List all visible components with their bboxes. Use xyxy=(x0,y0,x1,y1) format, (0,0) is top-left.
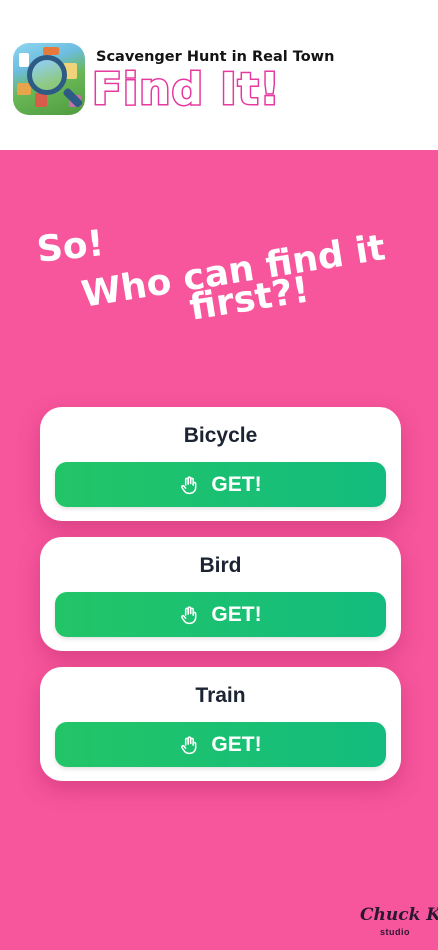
magnifier-icon xyxy=(27,55,67,95)
item-name: Train xyxy=(195,684,246,707)
get-button-train[interactable]: GET! xyxy=(55,722,386,767)
item-name: Bicycle xyxy=(183,424,258,447)
get-button-bicycle[interactable]: GET! xyxy=(55,462,386,507)
slogan-line-1: So! xyxy=(34,223,106,271)
app-icon xyxy=(13,43,85,115)
app-subtitle: Scavenger Hunt in Real Town xyxy=(96,49,335,65)
studio-logo-text: Chuck K xyxy=(360,905,438,925)
get-button-label: GET! xyxy=(211,472,262,496)
item-card-bird: Bird GET! xyxy=(40,537,401,651)
item-name: Bird xyxy=(199,554,242,577)
get-button-label: GET! xyxy=(211,732,262,756)
item-card-train: Train GET! xyxy=(40,667,401,781)
studio-logo-subtext: studio xyxy=(380,927,410,937)
item-card-bicycle: Bicycle GET! xyxy=(40,407,401,521)
hand-icon xyxy=(181,475,197,494)
app-title: Find It! xyxy=(91,63,282,117)
app-header: Scavenger Hunt in Real Town Find It! xyxy=(0,0,438,150)
get-button-bird[interactable]: GET! xyxy=(55,592,386,637)
hand-icon xyxy=(181,735,197,754)
studio-logo: Chuck K studio xyxy=(360,905,438,941)
hand-icon xyxy=(181,605,197,624)
get-button-label: GET! xyxy=(211,602,262,626)
